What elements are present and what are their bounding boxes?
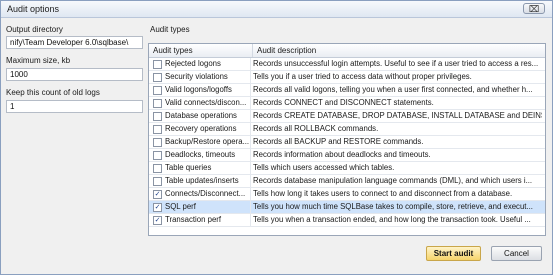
start-audit-button[interactable]: Start audit xyxy=(426,246,481,261)
audit-type-description: Records all ROLLBACK commands. xyxy=(253,124,379,133)
output-directory-field[interactable]: nify\Team Developer 6.0\sqlbase\ xyxy=(6,36,143,49)
audit-type-name: Recovery operations xyxy=(165,123,251,136)
output-directory-label: Output directory xyxy=(6,25,63,34)
table-row[interactable]: ✓ SQL perf Tells you how much time SQLBase… xyxy=(149,201,545,214)
grid-header: Audit types Audit description xyxy=(149,44,545,58)
audit-type-name: Transaction perf xyxy=(165,214,251,227)
audit-type-description: Tells how long it takes users to connect… xyxy=(253,189,513,198)
audit-type-description: Records database manipulation language c… xyxy=(253,176,533,185)
table-row[interactable]: Security violations Tells you if a user t… xyxy=(149,71,545,84)
audit-type-description: Records CONNECT and DISCONNECT statement… xyxy=(253,98,434,107)
cancel-button[interactable]: Cancel xyxy=(491,246,542,261)
old-logs-field[interactable]: 1 xyxy=(6,100,143,113)
column-header-audit-types[interactable]: Audit types xyxy=(149,44,253,57)
table-row[interactable]: Table updates/inserts Records database ma… xyxy=(149,175,545,188)
table-row[interactable]: Table queries Tells which users accessed … xyxy=(149,162,545,175)
row-checkbox[interactable] xyxy=(153,177,162,186)
table-row[interactable]: Deadlocks, timeouts Records information a… xyxy=(149,149,545,162)
audit-type-description: Tells which users accessed which tables. xyxy=(253,163,395,172)
audit-options-dialog: Audit options ⌧ Output directory nify\Te… xyxy=(0,0,553,275)
close-icon: ⌧ xyxy=(528,4,540,14)
row-checkbox[interactable] xyxy=(153,164,162,173)
audit-type-name: Connects/Disconnect... xyxy=(165,188,251,201)
audit-type-name: Security violations xyxy=(165,71,251,84)
table-row[interactable]: Backup/Restore opera... Records all BACKU… xyxy=(149,136,545,149)
table-row[interactable]: Recovery operations Records all ROLLBACK … xyxy=(149,123,545,136)
audit-type-description: Records information about deadlocks and … xyxy=(253,150,431,159)
row-checkbox[interactable] xyxy=(153,86,162,95)
row-checkbox[interactable] xyxy=(153,99,162,108)
audit-type-name: SQL perf xyxy=(165,201,251,214)
row-checkbox[interactable]: ✓ xyxy=(153,190,162,199)
audit-type-name: Valid connects/discon... xyxy=(165,97,251,110)
audit-type-description: Tells you how much time SQLBase takes to… xyxy=(253,202,533,211)
max-size-field[interactable]: 1000 xyxy=(6,68,143,81)
table-row[interactable]: Valid connects/discon... Records CONNECT … xyxy=(149,97,545,110)
audit-type-description: Tells you if a user tried to access data… xyxy=(253,72,472,81)
row-checkbox[interactable]: ✓ xyxy=(153,216,162,225)
table-row[interactable]: Database operations Records CREATE DATABA… xyxy=(149,110,545,123)
column-header-audit-description[interactable]: Audit description xyxy=(253,44,545,57)
audit-type-name: Database operations xyxy=(165,110,251,123)
audit-types-grid: Audit types Audit description Rejected l… xyxy=(148,43,546,236)
audit-type-description: Tells you when a transaction ended, and … xyxy=(253,215,531,224)
row-checkbox[interactable]: ✓ xyxy=(153,203,162,212)
row-checkbox[interactable] xyxy=(153,73,162,82)
audit-type-name: Rejected logons xyxy=(165,58,251,71)
audit-type-name: Table updates/inserts xyxy=(165,175,251,188)
audit-type-name: Valid logons/logoffs xyxy=(165,84,251,97)
old-logs-label: Keep this count of old logs xyxy=(6,88,100,97)
close-button[interactable]: ⌧ xyxy=(523,3,545,14)
row-checkbox[interactable] xyxy=(153,138,162,147)
audit-type-description: Records all valid logons, telling you wh… xyxy=(253,85,533,94)
audit-type-name: Backup/Restore opera... xyxy=(165,136,251,149)
audit-type-description: Records unsuccessful login attempts. Use… xyxy=(253,59,539,68)
audit-type-name: Deadlocks, timeouts xyxy=(165,149,251,162)
table-row[interactable]: Rejected logons Records unsuccessful logi… xyxy=(149,58,545,71)
max-size-label: Maximum size, kb xyxy=(6,56,71,65)
titlebar: Audit options ⌧ xyxy=(1,1,552,18)
audit-type-description: Records all BACKUP and RESTORE commands. xyxy=(253,137,424,146)
row-checkbox[interactable] xyxy=(153,125,162,134)
table-row[interactable]: Valid logons/logoffs Records all valid lo… xyxy=(149,84,545,97)
audit-types-label: Audit types xyxy=(150,25,190,34)
row-checkbox[interactable] xyxy=(153,112,162,121)
row-checkbox[interactable] xyxy=(153,151,162,160)
table-row[interactable]: ✓ Connects/Disconnect... Tells how long it… xyxy=(149,188,545,201)
audit-type-name: Table queries xyxy=(165,162,251,175)
audit-type-description: Records CREATE DATABASE, DROP DATABASE, … xyxy=(253,111,542,120)
table-row[interactable]: ✓ Transaction perf Tells you when a transa… xyxy=(149,214,545,227)
row-checkbox[interactable] xyxy=(153,60,162,69)
dialog-title: Audit options xyxy=(7,4,60,14)
